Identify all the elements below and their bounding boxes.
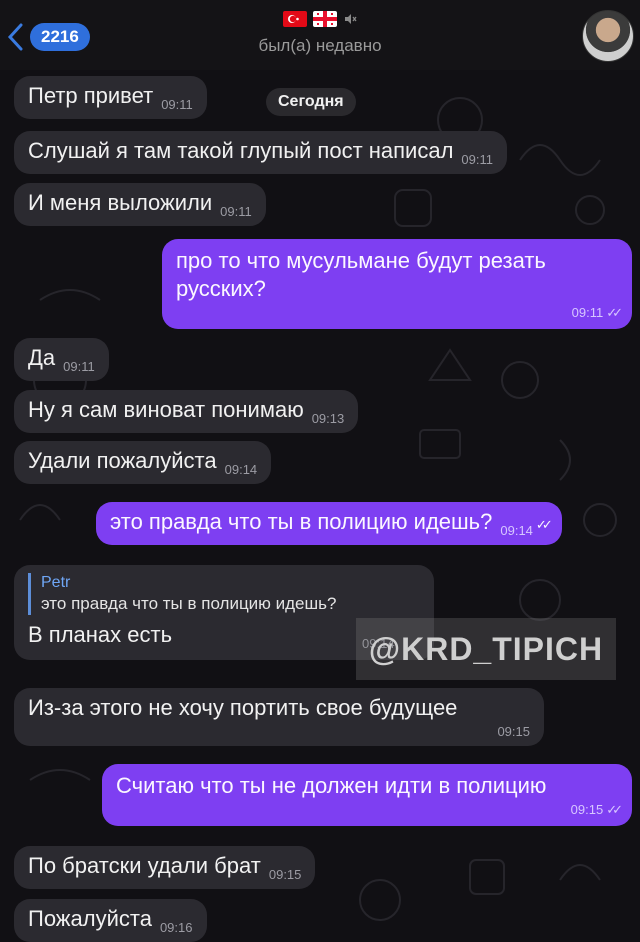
message-time: 09:11 <box>571 305 604 320</box>
read-ticks-icon: ✓✓ <box>535 517 553 532</box>
message-incoming[interactable]: Из-за этого не хочу портить свое будущее… <box>14 688 544 746</box>
last-seen-status: был(а) недавно <box>258 36 382 55</box>
message-time: 09:11 <box>220 204 252 219</box>
message-time: 09:15 <box>268 867 302 882</box>
message-outgoing[interactable]: Считаю что ты не должен идти в полицию 0… <box>102 764 632 826</box>
message-text: про то что мусульмане будут резать русск… <box>176 248 546 301</box>
reply-quoted-text: это правда что ты в полицию идешь? <box>41 594 337 613</box>
message-text: Ну я сам виноват понимаю <box>28 397 304 422</box>
message-incoming[interactable]: Слушай я там такой глупый пост написал 09… <box>14 131 507 174</box>
message-incoming[interactable]: Да 09:11 <box>14 338 109 381</box>
message-time: 09:11 <box>63 359 95 374</box>
message-incoming[interactable]: Пожалуйста 09:16 <box>14 899 207 942</box>
message-outgoing[interactable]: это правда что ты в полицию идешь? 09:14 ✓… <box>96 502 562 545</box>
message-time: 09:14 <box>224 462 258 477</box>
chat-title[interactable]: был(а) недавно <box>220 8 420 56</box>
message-incoming[interactable]: Петр привет 09:11 <box>14 76 207 119</box>
message-time: 09:14 <box>500 523 533 538</box>
message-text: Считаю что ты не должен идти в полицию <box>116 773 547 798</box>
message-text: это правда что ты в полицию идешь? <box>110 509 493 534</box>
watermark: @KRD_TIPICH <box>356 618 616 680</box>
message-incoming[interactable]: И меня выложили 09:11 <box>14 183 266 226</box>
message-time: 09:11 <box>161 97 193 112</box>
message-incoming[interactable]: По братски удали брат 09:15 <box>14 846 316 889</box>
message-text: По братски удали брат <box>28 853 261 878</box>
read-ticks-icon: ✓✓ <box>606 305 623 320</box>
message-time: 09:13 <box>311 411 345 426</box>
message-time: 09:15 <box>497 724 530 739</box>
chat-header: 2216 был(а) недавно <box>0 0 640 70</box>
message-text: Петр привет <box>28 83 154 108</box>
message-text: И меня выложили <box>28 190 213 215</box>
message-incoming[interactable]: Удали пожалуйста 09:14 <box>14 441 272 484</box>
message-incoming[interactable]: Ну я сам виноват понимаю 09:13 <box>14 390 359 433</box>
read-ticks-icon: ✓✓ <box>606 802 623 817</box>
message-time: 09:15 <box>570 802 604 817</box>
message-text: Из-за этого не хочу портить свое будущее <box>28 695 458 720</box>
message-outgoing[interactable]: про то что мусульмане будут резать русск… <box>162 239 632 329</box>
back-button[interactable]: 2216 <box>4 22 90 52</box>
reply-quote[interactable]: Petr это правда что ты в полицию идешь? <box>28 573 420 615</box>
reply-sender-name: Petr <box>41 574 71 591</box>
message-time: 09:16 <box>159 920 193 935</box>
georgia-flag-icon <box>313 11 337 27</box>
unread-count-badge: 2216 <box>30 23 90 51</box>
message-text: Удали пожалуйста <box>28 448 217 473</box>
chevron-left-icon <box>7 23 23 51</box>
message-text: Да <box>28 345 56 370</box>
message-time: 09:11 <box>461 152 493 167</box>
avatar[interactable] <box>582 10 634 62</box>
message-text: Слушай я там такой глупый пост написал <box>28 138 454 163</box>
turkey-flag-icon <box>283 11 307 27</box>
message-list: Петр привет 09:11 Слушай я там такой глуп… <box>0 0 640 942</box>
message-text: Пожалуйста <box>28 906 152 931</box>
message-text: В планах есть <box>28 622 173 647</box>
mute-icon <box>345 14 357 24</box>
